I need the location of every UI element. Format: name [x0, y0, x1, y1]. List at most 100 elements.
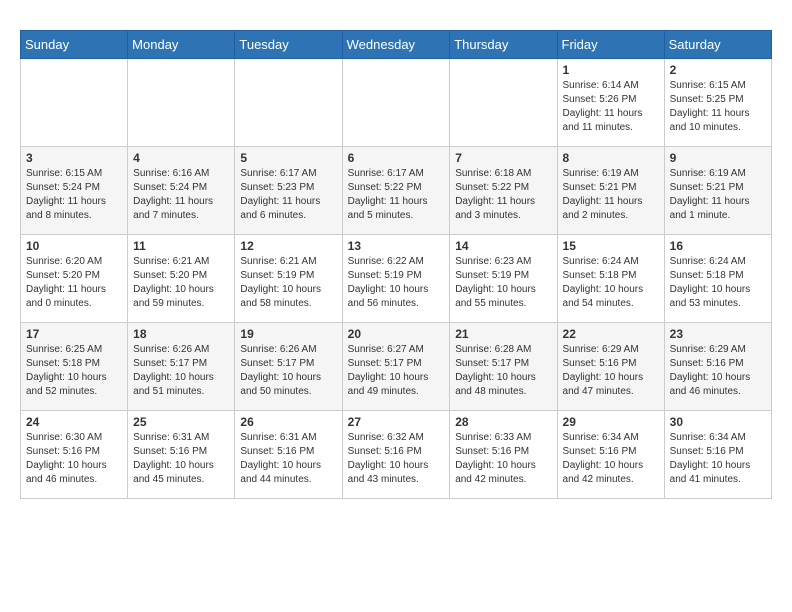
day-info: Sunrise: 6:29 AM Sunset: 5:16 PM Dayligh…: [563, 343, 659, 399]
day-number: 19: [240, 327, 336, 341]
day-info: Sunrise: 6:27 AM Sunset: 5:17 PM Dayligh…: [348, 343, 445, 399]
day-number: 11: [133, 239, 229, 253]
day-number: 27: [348, 415, 445, 429]
calendar-cell: 11 Sunrise: 6:21 AM Sunset: 5:20 PM Dayli…: [128, 235, 235, 323]
calendar-cell: 27 Sunrise: 6:32 AM Sunset: 5:16 PM Dayli…: [342, 411, 450, 499]
calendar-cell: 9 Sunrise: 6:19 AM Sunset: 5:21 PM Daylig…: [664, 147, 771, 235]
day-info: Sunrise: 6:24 AM Sunset: 5:18 PM Dayligh…: [563, 255, 659, 311]
day-number: 10: [26, 239, 122, 253]
day-number: 8: [563, 151, 659, 165]
weekday-header: Thursday: [450, 31, 557, 59]
calendar-week-row: 1 Sunrise: 6:14 AM Sunset: 5:26 PM Daylig…: [21, 59, 772, 147]
day-info: Sunrise: 6:19 AM Sunset: 5:21 PM Dayligh…: [563, 167, 659, 223]
calendar-cell: 24 Sunrise: 6:30 AM Sunset: 5:16 PM Dayli…: [21, 411, 128, 499]
day-info: Sunrise: 6:23 AM Sunset: 5:19 PM Dayligh…: [455, 255, 551, 311]
calendar-cell: [128, 59, 235, 147]
day-info: Sunrise: 6:19 AM Sunset: 5:21 PM Dayligh…: [670, 167, 766, 223]
calendar-week-row: 17 Sunrise: 6:25 AM Sunset: 5:18 PM Dayli…: [21, 323, 772, 411]
day-info: Sunrise: 6:31 AM Sunset: 5:16 PM Dayligh…: [133, 431, 229, 487]
day-number: 16: [670, 239, 766, 253]
weekday-header: Friday: [557, 31, 664, 59]
calendar-cell: 18 Sunrise: 6:26 AM Sunset: 5:17 PM Dayli…: [128, 323, 235, 411]
day-info: Sunrise: 6:22 AM Sunset: 5:19 PM Dayligh…: [348, 255, 445, 311]
day-number: 29: [563, 415, 659, 429]
calendar-cell: 21 Sunrise: 6:28 AM Sunset: 5:17 PM Dayli…: [450, 323, 557, 411]
day-info: Sunrise: 6:17 AM Sunset: 5:23 PM Dayligh…: [240, 167, 336, 223]
day-number: 5: [240, 151, 336, 165]
day-number: 18: [133, 327, 229, 341]
calendar-cell: 28 Sunrise: 6:33 AM Sunset: 5:16 PM Dayli…: [450, 411, 557, 499]
weekday-header: Monday: [128, 31, 235, 59]
calendar-table: SundayMondayTuesdayWednesdayThursdayFrid…: [20, 30, 772, 499]
day-info: Sunrise: 6:18 AM Sunset: 5:22 PM Dayligh…: [455, 167, 551, 223]
day-info: Sunrise: 6:17 AM Sunset: 5:22 PM Dayligh…: [348, 167, 445, 223]
day-info: Sunrise: 6:25 AM Sunset: 5:18 PM Dayligh…: [26, 343, 122, 399]
day-number: 23: [670, 327, 766, 341]
calendar-cell: 23 Sunrise: 6:29 AM Sunset: 5:16 PM Dayli…: [664, 323, 771, 411]
day-number: 15: [563, 239, 659, 253]
day-info: Sunrise: 6:34 AM Sunset: 5:16 PM Dayligh…: [670, 431, 766, 487]
day-number: 24: [26, 415, 122, 429]
calendar-header-row: SundayMondayTuesdayWednesdayThursdayFrid…: [21, 31, 772, 59]
calendar-cell: 26 Sunrise: 6:31 AM Sunset: 5:16 PM Dayli…: [235, 411, 342, 499]
calendar-cell: [450, 59, 557, 147]
day-number: 13: [348, 239, 445, 253]
day-info: Sunrise: 6:29 AM Sunset: 5:16 PM Dayligh…: [670, 343, 766, 399]
day-number: 7: [455, 151, 551, 165]
day-number: 9: [670, 151, 766, 165]
calendar-week-row: 10Sunrise: 6:20 AM Sunset: 5:20 PM Dayli…: [21, 235, 772, 323]
calendar-week-row: 3 Sunrise: 6:15 AM Sunset: 5:24 PM Daylig…: [21, 147, 772, 235]
calendar-cell: 2Sunrise: 6:15 AM Sunset: 5:25 PM Daylig…: [664, 59, 771, 147]
calendar-cell: 25 Sunrise: 6:31 AM Sunset: 5:16 PM Dayli…: [128, 411, 235, 499]
day-info: Sunrise: 6:34 AM Sunset: 5:16 PM Dayligh…: [563, 431, 659, 487]
calendar-week-row: 24 Sunrise: 6:30 AM Sunset: 5:16 PM Dayli…: [21, 411, 772, 499]
calendar-cell: 13 Sunrise: 6:22 AM Sunset: 5:19 PM Dayli…: [342, 235, 450, 323]
day-number: 6: [348, 151, 445, 165]
calendar-cell: 5 Sunrise: 6:17 AM Sunset: 5:23 PM Daylig…: [235, 147, 342, 235]
calendar-cell: [21, 59, 128, 147]
day-info: Sunrise: 6:24 AM Sunset: 5:18 PM Dayligh…: [670, 255, 766, 311]
day-info: Sunrise: 6:15 AM Sunset: 5:24 PM Dayligh…: [26, 167, 122, 223]
day-info: Sunrise: 6:31 AM Sunset: 5:16 PM Dayligh…: [240, 431, 336, 487]
day-number: 30: [670, 415, 766, 429]
day-info: Sunrise: 6:21 AM Sunset: 5:20 PM Dayligh…: [133, 255, 229, 311]
calendar-cell: [342, 59, 450, 147]
calendar-cell: 6 Sunrise: 6:17 AM Sunset: 5:22 PM Daylig…: [342, 147, 450, 235]
day-number: 26: [240, 415, 336, 429]
calendar-cell: 10Sunrise: 6:20 AM Sunset: 5:20 PM Dayli…: [21, 235, 128, 323]
weekday-header: Wednesday: [342, 31, 450, 59]
day-info: Sunrise: 6:26 AM Sunset: 5:17 PM Dayligh…: [133, 343, 229, 399]
day-info: Sunrise: 6:28 AM Sunset: 5:17 PM Dayligh…: [455, 343, 551, 399]
calendar-cell: [235, 59, 342, 147]
day-info: Sunrise: 6:30 AM Sunset: 5:16 PM Dayligh…: [26, 431, 122, 487]
day-info: Sunrise: 6:14 AM Sunset: 5:26 PM Dayligh…: [563, 79, 659, 135]
calendar-cell: 30 Sunrise: 6:34 AM Sunset: 5:16 PM Dayli…: [664, 411, 771, 499]
day-number: 21: [455, 327, 551, 341]
day-number: 28: [455, 415, 551, 429]
day-number: 12: [240, 239, 336, 253]
calendar-cell: 22 Sunrise: 6:29 AM Sunset: 5:16 PM Dayli…: [557, 323, 664, 411]
day-info: Sunrise: 6:16 AM Sunset: 5:24 PM Dayligh…: [133, 167, 229, 223]
calendar-cell: 1 Sunrise: 6:14 AM Sunset: 5:26 PM Daylig…: [557, 59, 664, 147]
calendar-cell: 19 Sunrise: 6:26 AM Sunset: 5:17 PM Dayli…: [235, 323, 342, 411]
day-number: 2: [670, 63, 766, 77]
weekday-header: Tuesday: [235, 31, 342, 59]
calendar-cell: 8 Sunrise: 6:19 AM Sunset: 5:21 PM Daylig…: [557, 147, 664, 235]
day-number: 17: [26, 327, 122, 341]
calendar-cell: 29 Sunrise: 6:34 AM Sunset: 5:16 PM Dayli…: [557, 411, 664, 499]
day-number: 1: [563, 63, 659, 77]
calendar-cell: 4 Sunrise: 6:16 AM Sunset: 5:24 PM Daylig…: [128, 147, 235, 235]
day-number: 14: [455, 239, 551, 253]
day-number: 4: [133, 151, 229, 165]
calendar-cell: 7 Sunrise: 6:18 AM Sunset: 5:22 PM Daylig…: [450, 147, 557, 235]
calendar-cell: 12 Sunrise: 6:21 AM Sunset: 5:19 PM Dayli…: [235, 235, 342, 323]
day-info: Sunrise: 6:32 AM Sunset: 5:16 PM Dayligh…: [348, 431, 445, 487]
day-number: 3: [26, 151, 122, 165]
day-info: Sunrise: 6:21 AM Sunset: 5:19 PM Dayligh…: [240, 255, 336, 311]
day-number: 25: [133, 415, 229, 429]
day-info: Sunrise: 6:26 AM Sunset: 5:17 PM Dayligh…: [240, 343, 336, 399]
day-number: 22: [563, 327, 659, 341]
calendar-cell: 17 Sunrise: 6:25 AM Sunset: 5:18 PM Dayli…: [21, 323, 128, 411]
calendar-cell: 20Sunrise: 6:27 AM Sunset: 5:17 PM Dayli…: [342, 323, 450, 411]
day-info: Sunrise: 6:33 AM Sunset: 5:16 PM Dayligh…: [455, 431, 551, 487]
